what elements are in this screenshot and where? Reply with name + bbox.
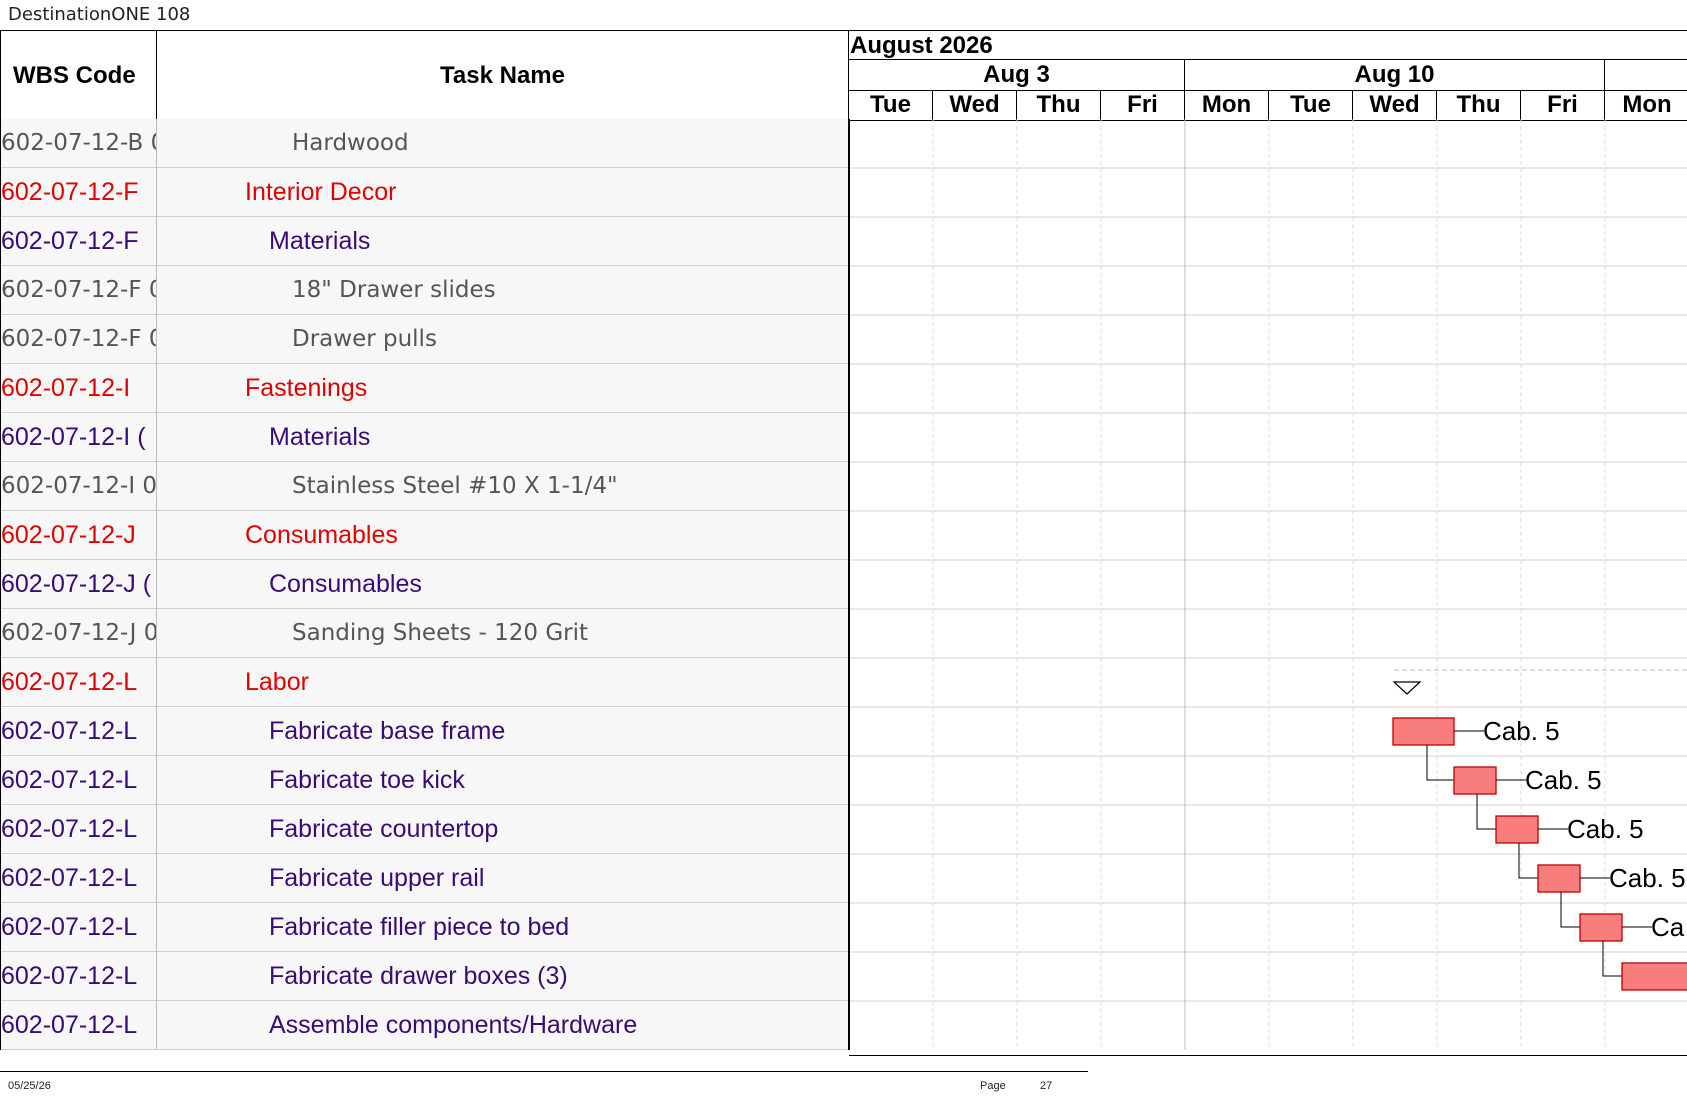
wbs-code-cell[interactable]: 602-07-12-I ( — [0, 413, 157, 462]
task-name-cell[interactable]: Fabricate drawer boxes (3) — [157, 952, 849, 1001]
table-row[interactable]: 602-07-12-I Fastenings — [0, 364, 849, 413]
dependency-link — [1476, 794, 1496, 830]
table-row[interactable]: 602-07-12-F Interior Decor — [0, 168, 849, 217]
table-row[interactable]: 602-07-12-F 0 18" Drawer slides — [0, 266, 849, 315]
day-label: Mon — [1185, 90, 1269, 120]
task-name-cell[interactable]: Drawer pulls — [157, 315, 849, 364]
day-label: Thu — [1437, 90, 1521, 120]
wbs-code-cell[interactable]: 602-07-12-L — [0, 805, 157, 854]
wbs-code-cell[interactable]: 602-07-12-L — [0, 756, 157, 805]
task-name-cell[interactable]: Fastenings — [157, 364, 849, 413]
wbs-code-cell[interactable]: 602-07-12-L — [0, 658, 157, 707]
wbs-code-cell[interactable]: 602-07-12-I 01 — [0, 462, 157, 511]
summary-marker — [1392, 681, 1422, 695]
footer-page-number: 27 — [1040, 1080, 1053, 1092]
task-name-cell[interactable]: Materials — [157, 413, 849, 462]
dependency-link — [1560, 892, 1580, 928]
footer-page-label: Page — [980, 1080, 1006, 1092]
day-label: Wed — [1353, 90, 1437, 120]
table-row[interactable]: 602-07-12-I 01 Stainless Steel #10 X 1-1/… — [0, 462, 849, 511]
day-label: Tue — [1269, 90, 1353, 120]
timescale-month: August 2026 — [849, 31, 1687, 60]
task-name-cell[interactable]: Sanding Sheets - 120 Grit — [157, 609, 849, 658]
task-bar — [1537, 864, 1581, 893]
wbs-code-cell[interactable]: 602-07-12-F — [0, 168, 157, 217]
bar-label: Cab. 5 — [1525, 765, 1602, 795]
task-name-cell[interactable]: Fabricate countertop — [157, 805, 849, 854]
task-name-cell[interactable]: Fabricate filler piece to bed — [157, 903, 849, 952]
day-label: Wed — [933, 90, 1017, 120]
day-label: Thu — [1017, 90, 1101, 120]
timescale: August 2026 Aug 3 Aug 10 Tue Wed Thu Fri… — [849, 31, 1687, 120]
timescale-days: Tue Wed Thu Fri Mon Tue Wed Thu Fri Mon — [849, 90, 1687, 120]
wbs-code-cell[interactable]: 602-07-12-F 0 — [0, 315, 157, 364]
table-row[interactable]: 602-07-12-L Fabricate toe kick — [0, 756, 849, 805]
task-name-cell[interactable]: Fabricate toe kick — [157, 756, 849, 805]
table-row[interactable]: 602-07-12-J Consumables — [0, 511, 849, 560]
dependency-link — [1426, 745, 1454, 781]
table-row[interactable]: 602-07-12-L Fabricate drawer boxes (3) — [0, 952, 849, 1001]
day-label: Mon — [1622, 91, 1672, 118]
bar-label: Ca — [1651, 912, 1685, 942]
task-bar — [1392, 717, 1455, 746]
wbs-code-cell[interactable]: 602-07-12-L — [0, 854, 157, 903]
table-row[interactable]: 602-07-12-F Materials — [0, 217, 849, 266]
bar-label: Cab. 5 — [1483, 716, 1560, 746]
gantt-chart: Cab. 5 Cab. 5 Cab. 5 Cab. 5 Ca — [849, 119, 1687, 1056]
table-row[interactable]: 602-07-12-L Fabricate countertop — [0, 805, 849, 854]
task-name-cell[interactable]: Fabricate base frame — [157, 707, 849, 756]
table-row[interactable]: 602-07-12-B 0 Hardwood — [0, 119, 849, 168]
wbs-code-cell[interactable]: 602-07-12-I — [0, 364, 157, 413]
wbs-code-cell[interactable]: 602-07-12-L — [0, 903, 157, 952]
task-bar — [1495, 815, 1539, 844]
wbs-code-cell[interactable]: 602-07-12-J ( — [0, 560, 157, 609]
table-row[interactable]: 602-07-12-L Labor — [0, 658, 849, 707]
document-title: DestinationONE 108 — [8, 4, 191, 25]
task-bar — [1579, 913, 1623, 942]
week-label: Aug 10 — [1185, 60, 1605, 90]
wbs-code-cell[interactable]: 602-07-12-J 01 — [0, 609, 157, 658]
task-name-cell[interactable]: Hardwood — [157, 119, 849, 168]
timescale-weeks: Aug 3 Aug 10 — [849, 60, 1687, 91]
task-name-cell[interactable]: Labor — [157, 658, 849, 707]
table-header: WBS Code Task Name August 2026 Aug 3 Aug… — [0, 30, 1687, 121]
footer-divider — [0, 1071, 1088, 1072]
dependency-link — [1518, 843, 1538, 879]
task-name-cell[interactable]: Consumables — [157, 560, 849, 609]
table-row[interactable]: 602-07-12-J (Consumables — [0, 560, 849, 609]
week-label: Aug 3 — [849, 60, 1185, 90]
task-name-cell[interactable]: Assemble components/Hardware — [157, 1001, 849, 1050]
footer-date: 05/25/26 — [8, 1080, 51, 1092]
wbs-code-cell[interactable]: 602-07-12-B 0 — [0, 119, 157, 168]
task-bar — [1453, 766, 1497, 795]
wbs-code-cell[interactable]: 602-07-12-L — [0, 1001, 157, 1050]
wbs-code-cell[interactable]: 602-07-12-L — [0, 952, 157, 1001]
table-row[interactable]: 602-07-12-L Assemble components/Hardware — [0, 1001, 849, 1050]
dependency-link — [1602, 941, 1622, 977]
wbs-code-cell[interactable]: 602-07-12-J — [0, 511, 157, 560]
wbs-code-cell[interactable]: 602-07-12-F — [0, 217, 157, 266]
wbs-code-cell[interactable]: 602-07-12-L — [0, 707, 157, 756]
day-label: Tue — [849, 90, 933, 120]
day-label: Fri — [1101, 90, 1185, 120]
task-name-cell[interactable]: Stainless Steel #10 X 1-1/4" — [157, 462, 849, 511]
bar-label: Cab. 5 — [1567, 814, 1644, 844]
task-name-cell[interactable]: Materials — [157, 217, 849, 266]
task-name-cell[interactable]: 18" Drawer slides — [157, 266, 849, 315]
task-name-cell[interactable]: Interior Decor — [157, 168, 849, 217]
day-label: Fri — [1521, 90, 1605, 120]
task-name-cell[interactable]: Fabricate upper rail — [157, 854, 849, 903]
column-header-wbs[interactable]: WBS Code — [0, 31, 157, 120]
table-row[interactable]: 602-07-12-L Fabricate filler piece to bed — [0, 903, 849, 952]
bar-label: Cab. 5 — [1609, 863, 1686, 893]
table-row[interactable]: 602-07-12-L Fabricate base frame — [0, 707, 849, 756]
column-header-task-name[interactable]: Task Name — [157, 31, 849, 120]
task-bar — [1621, 962, 1687, 991]
table-row[interactable]: 602-07-12-L Fabricate upper rail — [0, 854, 849, 903]
wbs-code-cell[interactable]: 602-07-12-F 0 — [0, 266, 157, 315]
table-row[interactable]: 602-07-12-I (Materials — [0, 413, 849, 462]
table-row[interactable]: 602-07-12-F 0 Drawer pulls — [0, 315, 849, 364]
table-row[interactable]: 602-07-12-J 01 Sanding Sheets - 120 Grit — [0, 609, 849, 658]
task-name-cell[interactable]: Consumables — [157, 511, 849, 560]
